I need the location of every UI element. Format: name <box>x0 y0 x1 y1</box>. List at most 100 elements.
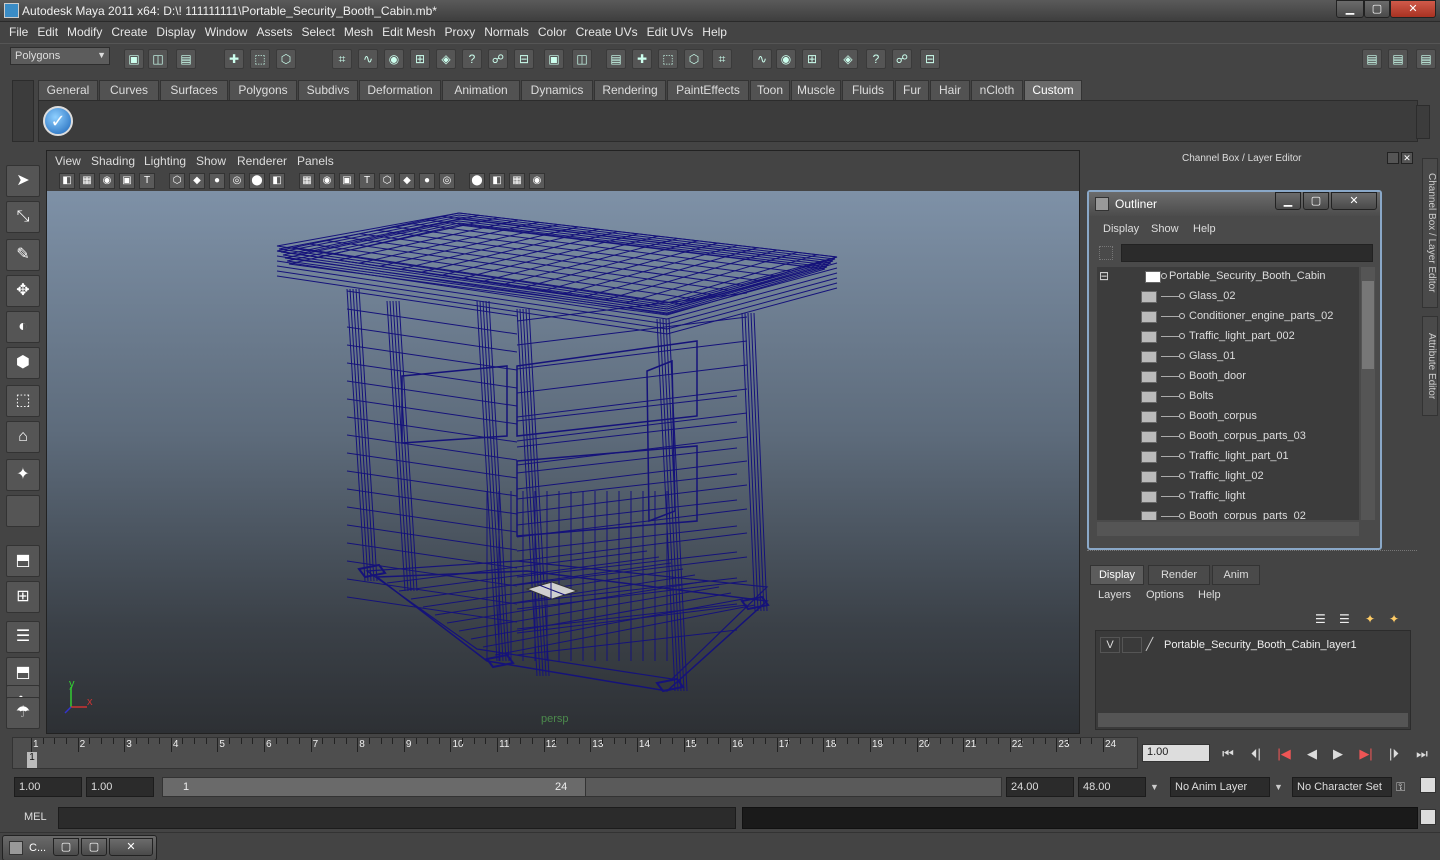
shelf-tab-animation[interactable]: Animation <box>442 80 520 100</box>
layer-stack-icon[interactable]: ☰ <box>1339 612 1357 628</box>
camera-select-icon[interactable]: ▦ <box>509 173 525 189</box>
layer-type-toggle[interactable] <box>1122 637 1142 653</box>
menu-display[interactable]: Display <box>156 22 195 42</box>
menu-proxy[interactable]: Proxy <box>445 22 476 42</box>
input-line-icon[interactable]: ⬚ <box>658 49 678 69</box>
camera-attr-icon[interactable]: ◉ <box>529 173 545 189</box>
menu-help[interactable]: Help <box>702 22 727 42</box>
shelf-tab-surfaces[interactable]: Surfaces <box>160 80 228 100</box>
tab-channel-box[interactable]: Channel Box / Layer Editor <box>1422 158 1438 308</box>
snap-plane-icon[interactable]: ⊞ <box>410 49 430 69</box>
panel-float-icon[interactable] <box>1387 152 1399 164</box>
close-button[interactable]: ✕ <box>1390 0 1436 18</box>
channel-box-icon[interactable]: ∿ <box>752 49 772 69</box>
restore-button[interactable]: ▢ <box>53 838 79 856</box>
outliner-item[interactable]: Traffic_light <box>1097 487 1359 507</box>
outliner-item[interactable]: Traffic_light_02 <box>1097 467 1359 487</box>
shelf-tab-dynamics[interactable]: Dynamics <box>521 80 593 100</box>
joints-icon[interactable]: ⬤ <box>469 173 485 189</box>
textured-icon[interactable]: T <box>359 173 375 189</box>
channel-box-icon[interactable]: ▤ <box>1416 49 1436 69</box>
paint-select-icon[interactable]: ✎ <box>6 239 40 271</box>
minimized-window[interactable]: C... ▢ ▢ ✕ <box>2 835 157 860</box>
outliner-menu-show[interactable]: Show <box>1151 223 1179 235</box>
soft-mod-icon[interactable]: ⌂ <box>6 421 40 453</box>
menu-create[interactable]: Create <box>111 22 147 42</box>
camera-select-icon[interactable]: ◧ <box>59 173 75 189</box>
menu-modify[interactable]: Modify <box>67 22 102 42</box>
outliner-item[interactable]: Glass_02 <box>1097 287 1359 307</box>
layer-hscroll[interactable] <box>1098 713 1408 727</box>
select-hierarchy-icon[interactable]: ✚ <box>224 49 244 69</box>
filter-icon[interactable] <box>1099 246 1113 260</box>
current-frame-marker[interactable]: 1 <box>27 752 37 768</box>
select-tool-icon[interactable]: ➤ <box>6 165 40 197</box>
film-gate-icon[interactable]: ◆ <box>189 173 205 189</box>
attribute-editor-icon[interactable]: ▤ <box>1362 49 1382 69</box>
safe-title-icon[interactable]: ◧ <box>269 173 285 189</box>
outliner-hscroll[interactable] <box>1097 522 1359 536</box>
render-settings-icon[interactable]: ▤ <box>606 49 626 69</box>
shelf-tab-muscle[interactable]: Muscle <box>791 80 841 100</box>
empty-tool-slot[interactable] <box>6 495 40 527</box>
play-forward-icon[interactable]: ▶ <box>1326 744 1350 764</box>
outliner-item[interactable]: Bolts <box>1097 387 1359 407</box>
menu-assets[interactable]: Assets <box>256 22 292 42</box>
menu-file[interactable]: File <box>9 22 28 42</box>
grid-icon[interactable]: ⬡ <box>169 173 185 189</box>
select-component-icon[interactable]: ⬡ <box>276 49 296 69</box>
shelf-tab-painteffects[interactable]: PaintEffects <box>667 80 749 100</box>
outliner-item[interactable]: Glass_01 <box>1097 347 1359 367</box>
menu-window[interactable]: Window <box>205 22 248 42</box>
four-pane-icon[interactable]: ⊞ <box>6 581 40 613</box>
safe-action-icon[interactable]: ⬤ <box>249 173 265 189</box>
shelf-tab-general[interactable]: General <box>38 80 98 100</box>
layer-visibility-toggle[interactable]: V <box>1100 637 1120 653</box>
scale-tool-icon[interactable]: ⬢ <box>6 347 40 379</box>
maximize-button[interactable]: ▢ <box>1364 0 1390 18</box>
select-object-icon[interactable]: ☍ <box>892 49 912 69</box>
outliner-maximize-button[interactable]: ▢ <box>1303 192 1329 210</box>
snap-curve-icon[interactable]: ∿ <box>358 49 378 69</box>
panel-menu-shading[interactable]: Shading <box>91 154 135 168</box>
layer-tab-display[interactable]: Display <box>1090 565 1144 585</box>
tool-settings-icon[interactable]: ⌗ <box>712 49 732 69</box>
new-scene-icon[interactable]: ▣ <box>124 49 144 69</box>
step-back-key-icon[interactable]: |◀ <box>1272 744 1296 764</box>
layer-tab-render[interactable]: Render <box>1148 565 1210 585</box>
grease-pencil-icon[interactable]: T <box>139 173 155 189</box>
new-scene-icon[interactable]: ◉ <box>776 49 796 69</box>
snap-surface-icon[interactable]: ◈ <box>436 49 456 69</box>
rotate-tool-icon[interactable]: ◐ <box>6 311 40 343</box>
sidebar-icon[interactable]: ⬡ <box>684 49 704 69</box>
shelf-tab-hair[interactable]: Hair <box>930 80 970 100</box>
save-scene-icon[interactable]: ▤ <box>176 49 196 69</box>
history-icon[interactable]: ☍ <box>488 49 508 69</box>
maximize-small-button[interactable]: ▢ <box>81 838 107 856</box>
single-pane-icon[interactable]: ⬒ <box>6 545 40 577</box>
preferences-icon[interactable] <box>1420 777 1436 793</box>
outliner-close-button[interactable]: ✕ <box>1331 192 1377 210</box>
menu-edit-mesh[interactable]: Edit Mesh <box>382 22 435 42</box>
ipr-render-icon[interactable]: ◫ <box>572 49 592 69</box>
panel-menu-lighting[interactable]: Lighting <box>144 154 186 168</box>
menu-mesh[interactable]: Mesh <box>344 22 373 42</box>
menu-color[interactable]: Color <box>538 22 567 42</box>
select-object-icon[interactable]: ⬚ <box>250 49 270 69</box>
perspective-viewport[interactable]: y x persp <box>47 191 1079 733</box>
wireframe-icon[interactable]: ▦ <box>299 173 315 189</box>
outliner-item[interactable]: Booth_corpus_parts_02 <box>1097 507 1359 520</box>
menu-create-uvs[interactable]: Create UVs <box>576 22 638 42</box>
camera-attr-icon[interactable]: ▦ <box>79 173 95 189</box>
chevron-down-icon[interactable]: ▼ <box>1274 777 1290 797</box>
chevron-down-icon[interactable]: ▼ <box>1150 777 1166 797</box>
panel-menu-panels[interactable]: Panels <box>297 154 334 168</box>
save-scene-icon[interactable]: ◈ <box>838 49 858 69</box>
mel-input[interactable] <box>58 807 736 829</box>
snap-point-icon[interactable]: ◉ <box>384 49 404 69</box>
menu-select[interactable]: Select <box>301 22 334 42</box>
image-plane-icon[interactable]: ▣ <box>119 173 135 189</box>
playback-end-field[interactable]: 24.00 <box>1006 777 1074 797</box>
isolate-icon[interactable]: ● <box>419 173 435 189</box>
lights-icon[interactable]: ⬡ <box>379 173 395 189</box>
